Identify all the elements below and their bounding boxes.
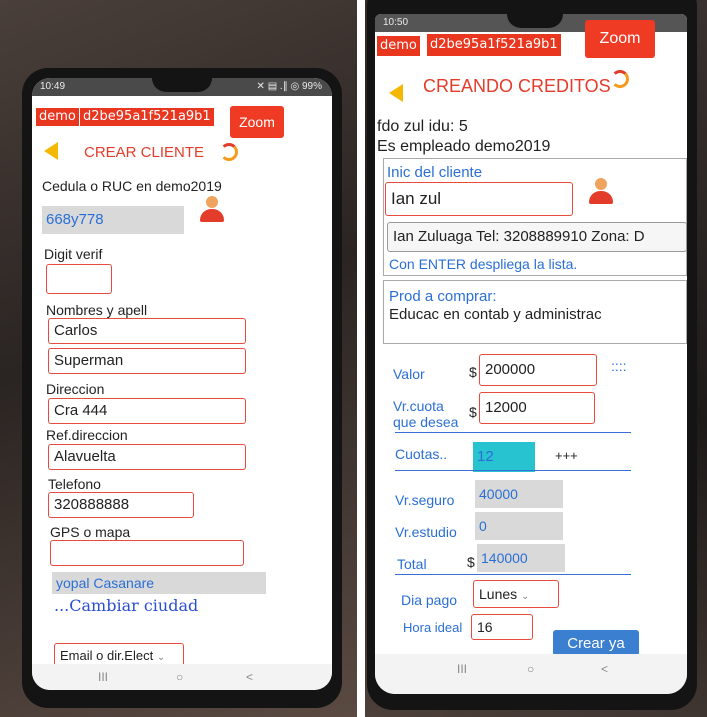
recent-apps-button[interactable]: III xyxy=(457,662,467,676)
digit-field[interactable] xyxy=(46,264,112,294)
cliente-field[interactable]: Ian zul xyxy=(385,182,573,216)
status-time: 10:49 xyxy=(40,81,66,92)
enter-hint: Con ENTER despliega la lista. xyxy=(389,256,578,272)
dia-pago-select[interactable]: Lunes ⌄ xyxy=(473,580,559,608)
right-photo: 10:50 demo d2be95a1f521a9b1 Zoom CREANDO… xyxy=(365,0,707,717)
back-button[interactable]: < xyxy=(601,662,608,676)
left-phone: 10:49 ✕ ▤ .∥ ◎ 99% demo d2be95a1f521a9b1… xyxy=(22,68,342,708)
estudio-field: 0 xyxy=(475,512,563,540)
chevron-down-icon: ⌄ xyxy=(521,591,530,602)
nombre-field[interactable]: Carlos xyxy=(48,318,246,344)
cuotas-label: Cuotas.. xyxy=(395,446,448,462)
cuota-field[interactable]: 12000 xyxy=(479,392,595,424)
person-icon-head xyxy=(595,178,607,190)
cambiar-ciudad-link[interactable]: ...Cambiar ciudad xyxy=(54,596,198,615)
demo-tag: demo xyxy=(377,36,420,56)
email-select-value: Email o dir.Elect xyxy=(60,648,154,663)
chevron-down-icon: ⌄ xyxy=(156,652,166,663)
cuota-label-1: Vr.cuota xyxy=(393,398,444,414)
total-currency: $ xyxy=(467,554,475,570)
page-title: CREAR CLIENTE xyxy=(84,144,205,161)
divider-1 xyxy=(395,432,631,433)
telefono-field[interactable]: 320888888 xyxy=(48,492,194,518)
digit-label: Digit verif xyxy=(44,246,103,262)
status-time: 10:50 xyxy=(383,17,409,28)
right-screen: 10:50 demo d2be95a1f521a9b1 Zoom CREANDO… xyxy=(375,14,687,694)
camera-notch xyxy=(507,14,563,28)
ref-direccion-label: Ref.direccion xyxy=(46,427,128,443)
person-icon-body xyxy=(200,209,224,222)
refresh-icon[interactable] xyxy=(220,143,238,161)
status-icons: ✕ ▤ .∥ ◎ 99% xyxy=(256,81,322,92)
cliente-label: Inic del cliente xyxy=(387,164,483,181)
producto-label: Prod a comprar: xyxy=(389,288,497,305)
hora-label: Hora ideal xyxy=(403,620,463,635)
home-button[interactable]: ○ xyxy=(176,670,183,684)
person-icon[interactable] xyxy=(589,178,613,204)
back-arrow-icon[interactable] xyxy=(44,142,58,160)
cedula-field[interactable]: 668y778 xyxy=(42,206,184,234)
refresh-icon[interactable] xyxy=(611,70,629,88)
seguro-label: Vr.seguro xyxy=(395,492,455,508)
ref-direccion-field[interactable]: Alavuelta xyxy=(48,444,246,470)
camera-notch xyxy=(152,78,212,92)
estudio-label: Vr.estudio xyxy=(395,524,457,540)
gps-label: GPS o mapa xyxy=(50,524,131,540)
info-line-2: Es empleado demo2019 xyxy=(377,138,551,155)
nombres-label: Nombres y apell xyxy=(46,302,148,318)
home-button[interactable]: ○ xyxy=(527,662,534,676)
back-arrow-icon[interactable] xyxy=(389,84,403,102)
recent-apps-button[interactable]: III xyxy=(98,670,108,684)
cuotas-increment[interactable]: +++ xyxy=(555,448,578,463)
valor-label: Valor xyxy=(393,366,425,382)
divider-3 xyxy=(395,574,631,575)
device-id-tag: d2be95a1f521a9b1 xyxy=(427,34,561,56)
left-screen: 10:49 ✕ ▤ .∥ ◎ 99% demo d2be95a1f521a9b1… xyxy=(32,78,332,690)
cedula-label: Cedula o RUC en demo2019 xyxy=(42,178,222,194)
info-line-1: fdo zul idu: 5 xyxy=(377,118,468,135)
producto-value: Educac en contab y administrac xyxy=(389,306,602,323)
page-title: CREANDO CREDITOS xyxy=(423,76,611,96)
dia-pago-label: Dia pago xyxy=(401,592,458,608)
right-nav-bar: III ○ < xyxy=(375,654,687,694)
right-phone: 10:50 demo d2be95a1f521a9b1 Zoom CREANDO… xyxy=(367,0,697,710)
demo-tag: demo xyxy=(36,108,79,126)
telefono-label: Telefono xyxy=(48,476,101,492)
zoom-button[interactable]: Zoom xyxy=(585,20,655,58)
dia-pago-value: Lunes xyxy=(479,586,518,602)
cliente-suggestion[interactable]: Ian Zuluaga Tel: 3208889910 Zona: D xyxy=(387,222,687,252)
valor-currency: $ xyxy=(469,364,477,380)
valor-field[interactable]: 200000 xyxy=(479,354,597,386)
person-icon-head xyxy=(206,196,218,208)
direccion-field[interactable]: Cra 444 xyxy=(48,398,246,424)
zoom-button[interactable]: Zoom xyxy=(230,106,284,138)
seguro-field: 40000 xyxy=(475,480,563,508)
left-nav-bar: III ○ < xyxy=(32,664,332,690)
hora-field[interactable]: 16 xyxy=(471,614,533,640)
cuota-currency: $ xyxy=(469,404,477,420)
crear-ya-button[interactable]: Crear ya xyxy=(553,630,639,656)
total-field: 140000 xyxy=(477,544,565,572)
person-icon-body xyxy=(589,191,613,204)
cuota-label-2: que desea xyxy=(393,414,459,430)
back-button[interactable]: < xyxy=(246,670,253,684)
direccion-label: Direccion xyxy=(46,381,105,397)
left-photo: 10:49 ✕ ▤ .∥ ◎ 99% demo d2be95a1f521a9b1… xyxy=(0,0,357,717)
valor-dots[interactable]: :::: xyxy=(611,358,627,374)
person-icon[interactable] xyxy=(200,196,224,222)
device-id-tag: d2be95a1f521a9b1 xyxy=(80,108,214,126)
cuotas-field[interactable]: 12 xyxy=(473,442,535,472)
divider-2 xyxy=(395,470,631,471)
gps-field[interactable] xyxy=(50,540,244,566)
apellido-field[interactable]: Superman xyxy=(48,348,246,374)
total-label: Total xyxy=(397,556,427,572)
ciudad-value: yopal Casanare xyxy=(52,572,266,594)
